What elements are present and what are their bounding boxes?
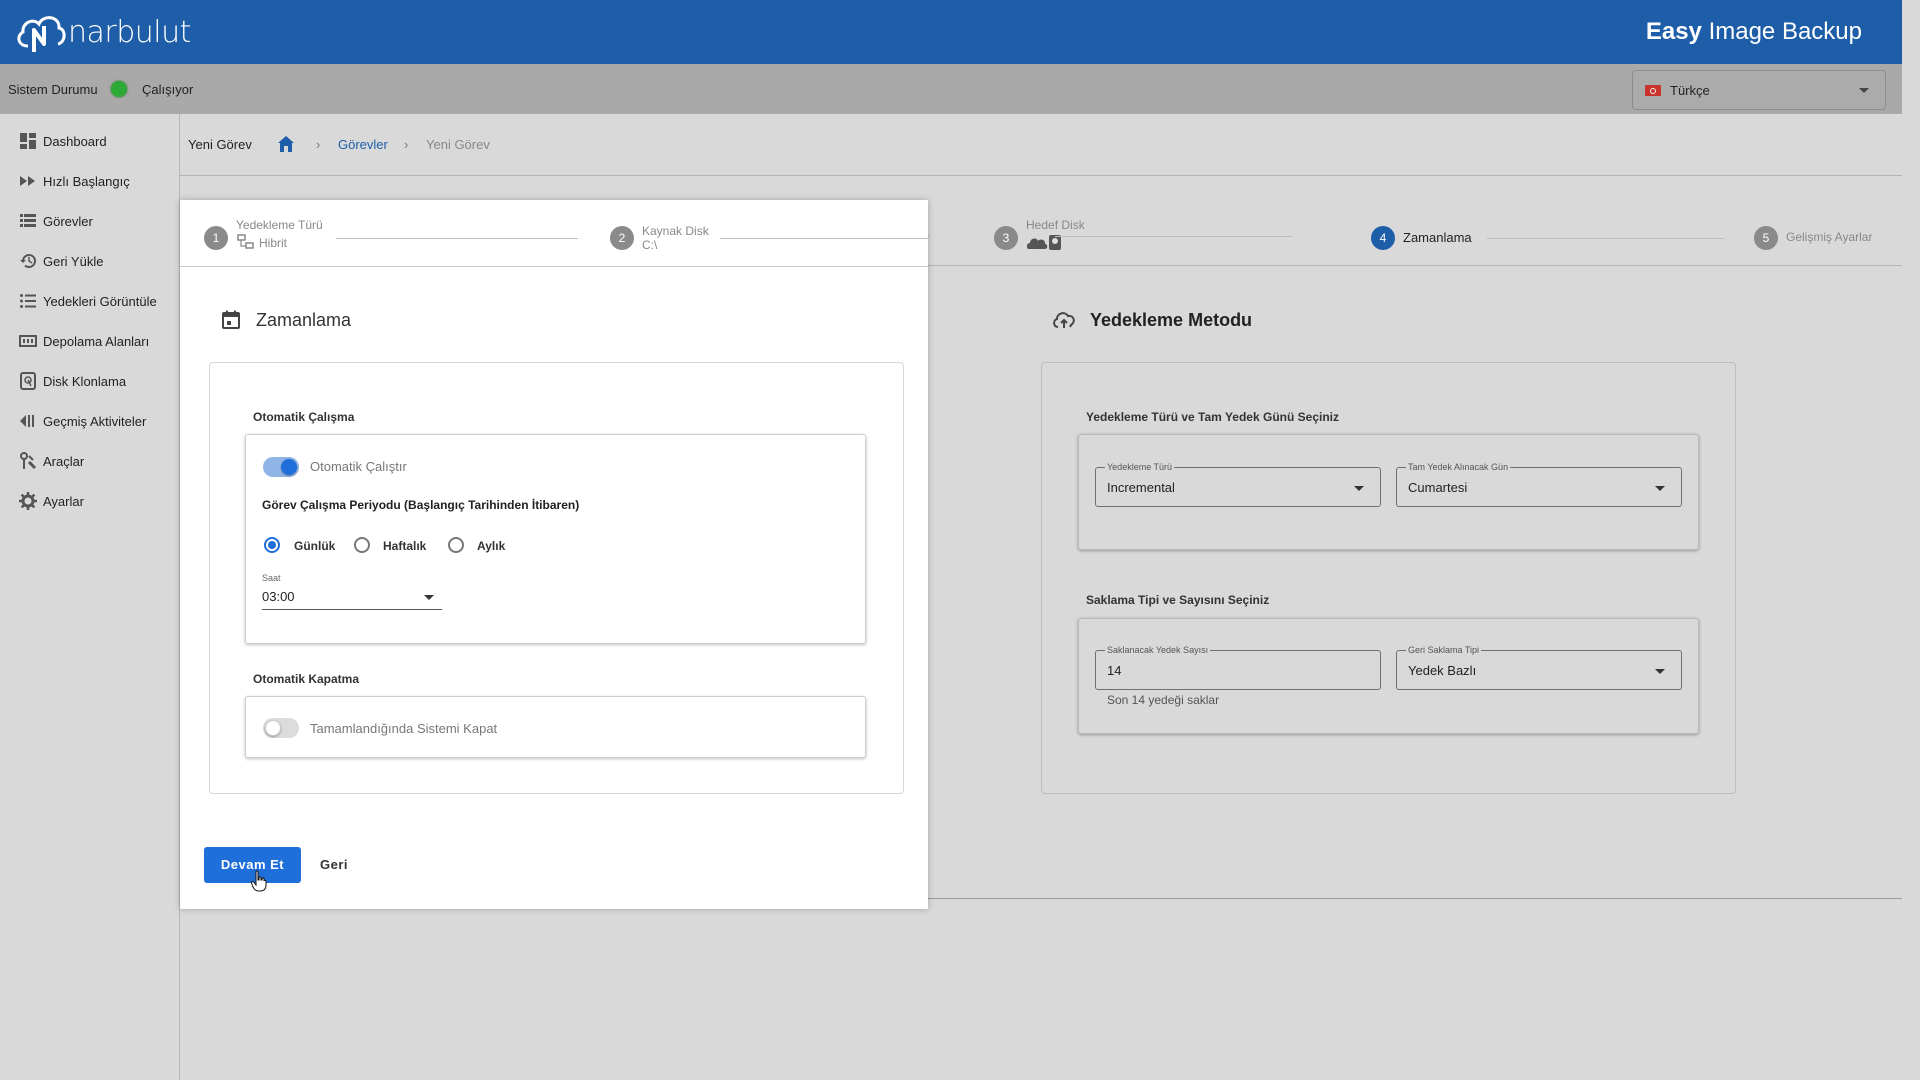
breadcrumb-separator: › bbox=[404, 137, 409, 152]
schedule-panel: 1 Yedekleme Türü Hibrit 2 Kaynak Disk C:… bbox=[180, 200, 928, 909]
tools-icon bbox=[20, 452, 37, 470]
stepper-divider bbox=[180, 266, 928, 267]
step-2-title: Kaynak Disk bbox=[642, 224, 709, 238]
retention-section-title: Saklama Tipi ve Sayısını Seçiniz bbox=[1086, 593, 1270, 607]
step-5-title: Gelişmiş Ayarlar bbox=[1786, 230, 1873, 244]
retention-hint: Son 14 yedeği saklar bbox=[1107, 693, 1220, 707]
language-value: Türkçe bbox=[1670, 83, 1710, 98]
shutdown-label: Tamamlandığında Sistemi Kapat bbox=[310, 721, 498, 736]
step-3-title: Hedef Disk bbox=[1026, 218, 1085, 232]
sidebar-item-quick-start[interactable]: Hızlı Başlangıç bbox=[0, 161, 180, 201]
caret-down-icon bbox=[424, 595, 434, 600]
step-connector bbox=[720, 238, 928, 239]
backup-type-select[interactable]: Yedekleme Türü Incremental bbox=[1095, 462, 1381, 507]
sidebar-item-restore[interactable]: Geri Yükle bbox=[0, 241, 180, 281]
retention-count-input[interactable]: Saklanacak Yedek Sayısı 14 bbox=[1095, 645, 1381, 690]
radio-weekly-label[interactable]: Haftalık bbox=[383, 539, 426, 553]
breadcrumb-link-tasks[interactable]: Görevler bbox=[338, 137, 388, 152]
sidebar-item-settings[interactable]: Ayarlar bbox=[0, 481, 180, 521]
storage-icon bbox=[19, 335, 37, 347]
restore-icon bbox=[20, 254, 36, 269]
period-label: Görev Çalışma Periyodu (Başlangıç Tarihi… bbox=[262, 498, 580, 512]
history-icon bbox=[20, 415, 34, 427]
disk-icon bbox=[20, 372, 36, 390]
cloud-logo-icon bbox=[17, 16, 66, 52]
step-3-circle[interactable]: 3 bbox=[994, 226, 1018, 250]
auto-run-section-title: Otomatik Çalışma bbox=[253, 410, 355, 424]
step-2-sub: C:\ bbox=[642, 238, 658, 252]
radio-daily[interactable] bbox=[264, 537, 280, 553]
caret-down-icon bbox=[1655, 669, 1665, 674]
caret-down-icon bbox=[1655, 486, 1665, 491]
breadcrumb: Yeni Görev › Görevler › Yeni Görev bbox=[180, 114, 1902, 176]
auto-run-label: Otomatik Çalıştır bbox=[310, 459, 407, 474]
step-connector bbox=[336, 238, 578, 239]
type-section-title: Yedekleme Türü ve Tam Yedek Günü Seçiniz bbox=[1086, 410, 1339, 424]
schedule-title: Zamanlama bbox=[256, 310, 352, 330]
breadcrumb-separator: › bbox=[316, 137, 321, 152]
shutdown-toggle[interactable] bbox=[263, 718, 299, 738]
radio-weekly[interactable] bbox=[354, 537, 370, 553]
turkey-flag-icon bbox=[1645, 85, 1661, 96]
sidebar: Dashboard Hızlı Başlangıç Görevler Geri … bbox=[0, 114, 180, 1080]
logo[interactable]: narbulut bbox=[14, 8, 191, 56]
caret-down-icon bbox=[1354, 486, 1364, 491]
radio-daily-label[interactable]: Günlük bbox=[294, 539, 335, 553]
back-button[interactable]: Geri bbox=[320, 857, 348, 872]
toggle-knob bbox=[281, 459, 297, 475]
step-5-circle[interactable]: 5 bbox=[1754, 226, 1778, 250]
caret-down-icon bbox=[1859, 88, 1869, 93]
step-2-circle[interactable]: 2 bbox=[610, 226, 634, 250]
app-title: Easy Image Backup bbox=[1645, 18, 1862, 45]
method-title: Yedekleme Metodu bbox=[1090, 310, 1253, 330]
step-4-title: Zamanlama bbox=[1403, 230, 1472, 245]
radio-monthly-label[interactable]: Aylık bbox=[477, 539, 505, 553]
step-1-sub: Hibrit bbox=[259, 236, 288, 250]
time-label: Saat bbox=[262, 573, 281, 583]
home-icon[interactable] bbox=[276, 134, 296, 154]
calendar-icon bbox=[222, 310, 240, 329]
step-4-circle[interactable]: 4 bbox=[1371, 226, 1395, 250]
hybrid-icon bbox=[237, 234, 254, 249]
status-value: Çalışıyor bbox=[142, 82, 194, 97]
cloud-upload-icon bbox=[1053, 312, 1075, 328]
step-1-title: Yedekleme Türü bbox=[236, 218, 323, 232]
list-icon bbox=[20, 214, 36, 227]
auto-run-toggle[interactable] bbox=[263, 457, 299, 477]
logo-text: narbulut bbox=[68, 14, 191, 50]
gear-icon bbox=[19, 492, 37, 510]
sidebar-item-tools[interactable]: Araçlar bbox=[0, 441, 180, 481]
full-backup-day-select[interactable]: Tam Yedek Alınacak Gün Cumartesi bbox=[1396, 462, 1682, 507]
step-1-circle[interactable]: 1 bbox=[204, 226, 228, 250]
sidebar-item-view-backups[interactable]: Yedekleri Görüntüle bbox=[0, 281, 180, 321]
step-connector bbox=[1487, 238, 1724, 239]
step-connector bbox=[1055, 236, 1292, 237]
shutdown-section-title: Otomatik Kapatma bbox=[253, 672, 360, 686]
sidebar-item-tasks[interactable]: Görevler bbox=[0, 201, 180, 241]
radio-monthly[interactable] bbox=[448, 537, 464, 553]
retention-type-select[interactable]: Geri Saklama Tipi Yedek Bazlı bbox=[1396, 645, 1682, 690]
language-select[interactable]: Türkçe bbox=[1632, 70, 1886, 110]
bullet-list-icon bbox=[20, 294, 36, 308]
sidebar-item-dashboard[interactable]: Dashboard bbox=[0, 121, 180, 161]
status-indicator bbox=[111, 81, 127, 97]
hand-cursor-icon bbox=[251, 870, 267, 892]
top-bar: narbulut Easy Image Backup bbox=[0, 0, 1902, 64]
page-title: Yeni Görev bbox=[188, 137, 252, 152]
sidebar-item-disk-clone[interactable]: Disk Klonlama bbox=[0, 361, 180, 401]
dashboard-icon bbox=[20, 133, 36, 149]
sidebar-item-storage[interactable]: Depolama Alanları bbox=[0, 321, 180, 361]
time-select[interactable]: 03:00 bbox=[262, 584, 442, 610]
status-bar: Sistem Durumu Çalışıyor Türkçe bbox=[0, 64, 1902, 114]
toggle-knob bbox=[265, 720, 281, 736]
sidebar-item-history[interactable]: Geçmiş Aktiviteler bbox=[0, 401, 180, 441]
fast-forward-icon bbox=[20, 176, 35, 186]
status-label: Sistem Durumu bbox=[8, 82, 98, 97]
breadcrumb-current: Yeni Görev bbox=[426, 137, 490, 152]
